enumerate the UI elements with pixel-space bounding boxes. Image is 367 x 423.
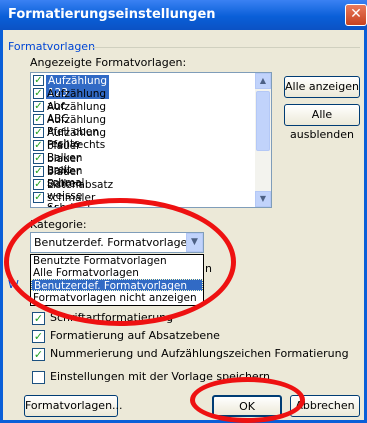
show-all-button[interactable]: Alle anzeigen	[284, 76, 360, 98]
dropdown-option[interactable]: Benutzte Formatvorlagen	[31, 255, 203, 267]
checkbox-icon[interactable]: ✓	[33, 140, 44, 151]
checkbox-icon[interactable]: ✓	[33, 75, 44, 86]
checkbox-icon[interactable]: ✓	[33, 114, 44, 125]
checkbox-icon[interactable]: ✓	[33, 88, 44, 99]
checkbox-icon[interactable]: ✓	[32, 312, 45, 325]
checkbox-icon[interactable]: ✓	[32, 330, 45, 343]
dropdown-option[interactable]: Alle Formatvorlagen	[31, 267, 203, 279]
scroll-down-icon[interactable]: ▼	[255, 191, 271, 207]
checkbox-icon[interactable]: ✓	[33, 101, 44, 112]
dropdown-option-selected[interactable]: Benutzerdef. Formatvorlagen	[31, 279, 203, 292]
checkbox-icon[interactable]: ✓	[32, 348, 45, 361]
scroll-thumb[interactable]	[256, 91, 270, 151]
checkbox-icon[interactable]: ✓	[33, 166, 44, 177]
chevron-down-icon[interactable]: ▼	[186, 233, 203, 252]
hidden-text-fragment: n	[205, 262, 212, 275]
window-title: Formatierungseinstellungen	[8, 7, 216, 22]
section-heading-fragment: W	[8, 278, 19, 291]
hide-all-button[interactable]: Alle ausblenden	[284, 104, 360, 141]
dropdown-option[interactable]: Formatvorlagen nicht anzeigen	[31, 292, 203, 304]
checkbox-icon[interactable]: ✓	[33, 127, 44, 138]
close-icon[interactable]: ✕	[345, 4, 367, 26]
styles-button[interactable]: Formatvorlagen...	[24, 395, 123, 417]
checkbox-icon[interactable]: ✓	[33, 192, 44, 203]
group-heading: Formatvorlagen	[8, 40, 96, 53]
shown-styles-label: Angezeigte Formatvorlagen:	[30, 56, 187, 69]
ok-button[interactable]: OK	[212, 395, 282, 417]
title-bar: Formatierungseinstellungen ✕	[0, 0, 367, 30]
category-selected-value: Benutzerdef. Formatvorlagen	[34, 236, 195, 249]
cancel-button[interactable]: Abbrechen	[290, 395, 360, 417]
category-dropdown[interactable]: Benutzte Formatvorlagen Alle Formatvorla…	[30, 254, 204, 306]
styles-listbox[interactable]: ✓ Aufzählung 123 ✓ Aufzählung abc ✓ Aufz…	[30, 72, 272, 208]
list-scrollbar[interactable]: ▲ ▼	[255, 73, 271, 207]
category-label: Kategorie:	[30, 218, 87, 231]
checkbox-icon[interactable]: ✓	[33, 153, 44, 164]
group-divider	[92, 47, 360, 48]
category-select[interactable]: Benutzerdef. Formatvorlagen ▼	[30, 232, 204, 253]
checkbox-icon[interactable]	[32, 371, 45, 384]
scroll-up-icon[interactable]: ▲	[255, 73, 271, 89]
checkbox-icon[interactable]: ✓	[33, 179, 44, 190]
